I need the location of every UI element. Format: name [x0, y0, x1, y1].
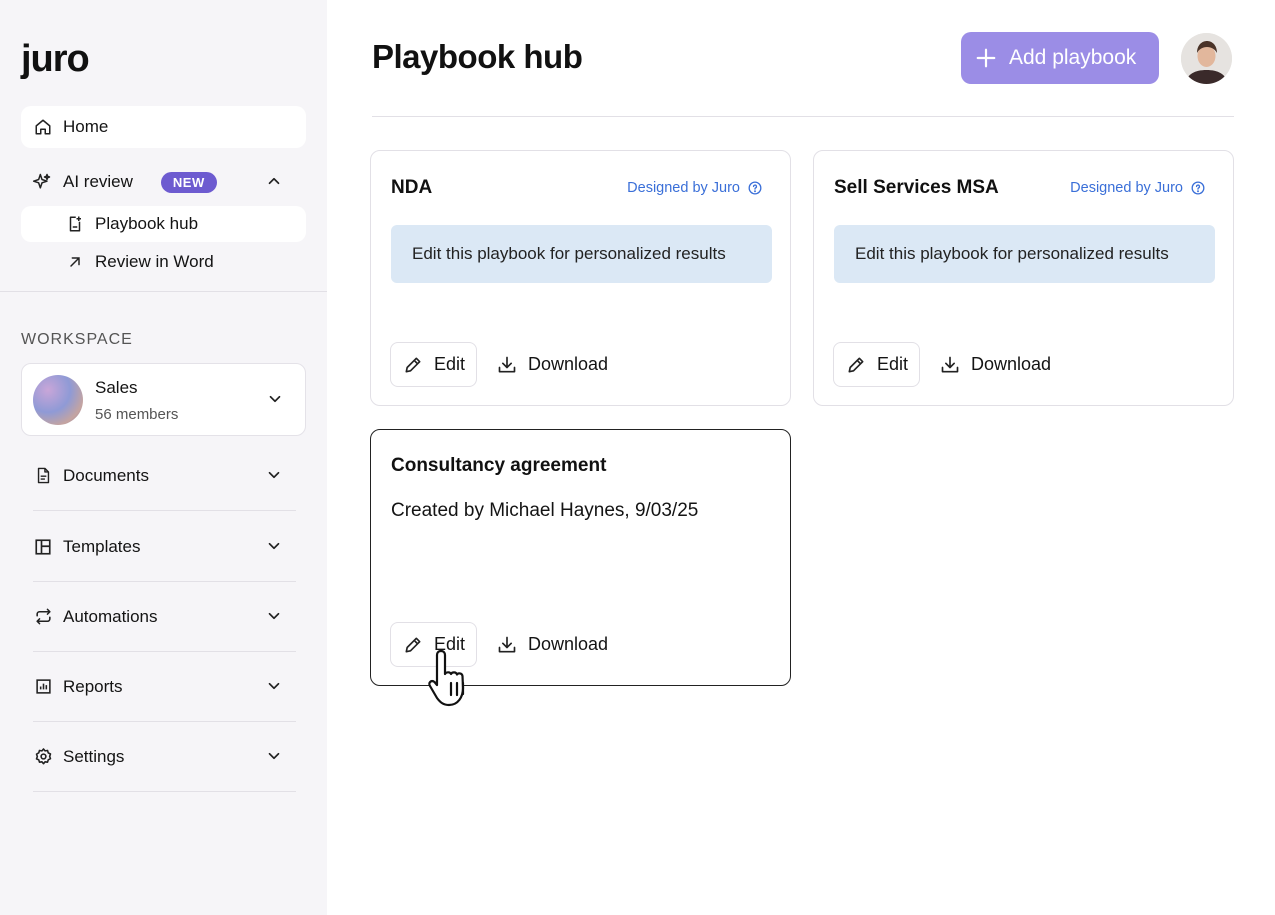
sidebar-item-label: Automations [63, 606, 158, 626]
workspace-label: WORKSPACE [21, 331, 133, 348]
sidebar-item-label: Home [63, 117, 109, 136]
new-badge: NEW [160, 171, 217, 193]
automations-icon [33, 607, 53, 627]
plus-icon [976, 48, 996, 68]
download-label: Download [528, 354, 609, 374]
designed-by-juro-link[interactable]: Designed by Juro [1070, 180, 1205, 196]
gear-icon [33, 747, 53, 767]
add-playbook-label: Add playbook [1009, 46, 1137, 69]
templates-icon [33, 537, 53, 557]
personalize-banner: Edit this playbook for personalized resu… [391, 225, 772, 283]
card-title: NDA [391, 177, 433, 198]
page-title: Playbook hub [372, 38, 583, 75]
playbook-icon [65, 214, 85, 234]
download-icon [498, 356, 516, 372]
sidebar-item-label: Playbook hub [95, 214, 199, 233]
edit-button[interactable]: Edit [833, 342, 920, 387]
arrow-up-right-icon [65, 252, 85, 272]
sidebar-item-label: Documents [63, 465, 149, 485]
sidebar-item-settings[interactable]: Settings [33, 722, 296, 792]
playbook-card-sell-services-msa[interactable]: Sell Services MSA Designed by Juro Edit … [813, 150, 1234, 406]
chevron-up-icon[interactable] [265, 172, 283, 195]
document-icon [33, 466, 53, 486]
sparkle-icon [32, 172, 52, 192]
designed-by-label: Designed by Juro [627, 180, 740, 196]
hand-cursor-icon [428, 649, 465, 707]
chevron-down-icon [265, 747, 283, 770]
workspace-members: 56 members [95, 406, 179, 423]
personalize-banner: Edit this playbook for personalized resu… [834, 225, 1215, 283]
download-label: Download [971, 354, 1052, 374]
edit-label: Edit [877, 354, 909, 374]
help-icon [748, 181, 762, 195]
chevron-down-icon [266, 390, 284, 413]
edit-button[interactable]: Edit [390, 342, 477, 387]
sidebar-item-label: Reports [63, 676, 123, 696]
sidebar-item-reports[interactable]: Reports [33, 652, 296, 722]
chevron-down-icon [265, 466, 283, 489]
edit-label: Edit [434, 354, 466, 374]
workspace-name: Sales [95, 378, 138, 397]
juro-logo[interactable]: juro [21, 38, 90, 81]
chevron-down-icon [265, 537, 283, 560]
sidebar-item-label: Review in Word [95, 252, 214, 271]
playbook-card-nda[interactable]: NDA Designed by Juro Edit this playbook … [370, 150, 791, 406]
sidebar-item-label: Settings [63, 746, 125, 766]
sidebar-item-label: AI review [63, 172, 133, 191]
add-playbook-button[interactable]: Add playbook [961, 32, 1159, 84]
designed-by-juro-link[interactable]: Designed by Juro [627, 180, 762, 196]
reports-icon [33, 677, 53, 697]
chevron-down-icon [265, 677, 283, 700]
download-icon [498, 636, 516, 652]
card-title: Consultancy agreement [391, 455, 607, 476]
header-divider [372, 116, 1234, 117]
sidebar-item-automations[interactable]: Automations [33, 582, 296, 652]
card-title: Sell Services MSA [834, 177, 999, 198]
chevron-down-icon [265, 607, 283, 630]
sidebar-divider [0, 291, 327, 292]
download-label: Download [528, 634, 609, 654]
pencil-icon [405, 357, 421, 372]
home-icon [33, 117, 53, 137]
sidebar-item-label: Templates [63, 536, 141, 556]
user-avatar[interactable] [1181, 33, 1232, 84]
workspace-avatar [33, 375, 83, 425]
user-avatar-image [1181, 33, 1232, 84]
sidebar-item-playbook-hub[interactable]: Playbook hub [21, 206, 306, 242]
created-by-text: Created by Michael Haynes, 9/03/25 [391, 500, 699, 521]
sidebar: juro Home AI review NEW Playbook hub Rev… [0, 0, 327, 915]
designed-by-label: Designed by Juro [1070, 180, 1183, 196]
workspace-switcher[interactable]: Sales 56 members [21, 363, 306, 436]
download-button[interactable]: Download [497, 342, 608, 387]
download-icon [941, 356, 959, 372]
sidebar-item-documents[interactable]: Documents [33, 441, 296, 511]
sidebar-item-templates[interactable]: Templates [33, 512, 296, 582]
sidebar-item-review-in-word[interactable]: Review in Word [21, 244, 306, 280]
download-button[interactable]: Download [940, 342, 1051, 387]
download-button[interactable]: Download [497, 622, 608, 667]
sidebar-item-home[interactable]: Home [21, 106, 306, 148]
pencil-icon [405, 637, 421, 652]
help-icon [1191, 181, 1205, 195]
sidebar-item-ai-review[interactable]: AI review NEW [21, 162, 306, 202]
pencil-icon [848, 357, 864, 372]
